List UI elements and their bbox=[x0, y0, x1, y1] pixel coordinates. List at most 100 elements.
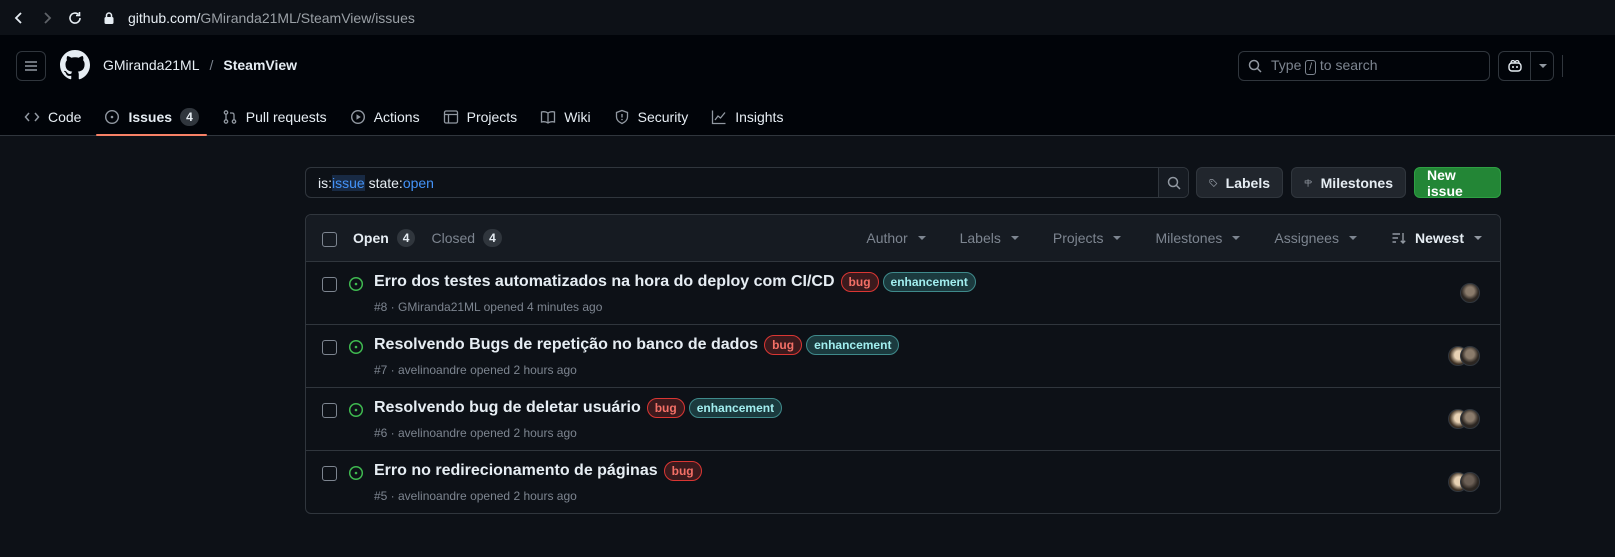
issue-open-icon bbox=[348, 276, 364, 292]
projects-filter-dropdown[interactable]: Projects bbox=[1053, 230, 1122, 246]
issue-checkbox[interactable] bbox=[322, 466, 337, 481]
three-bars-icon bbox=[25, 61, 37, 71]
filter-search-button[interactable] bbox=[1158, 168, 1188, 197]
assignee-avatars[interactable] bbox=[1460, 283, 1480, 303]
closed-count-badge: 4 bbox=[483, 229, 502, 247]
back-icon[interactable] bbox=[6, 5, 32, 31]
search-icon bbox=[1167, 176, 1181, 190]
issue-title-link[interactable]: Erro dos testes automatizados na hora do… bbox=[374, 273, 835, 291]
issue-row[interactable]: Resolvendo Bugs de repetição no banco de… bbox=[306, 325, 1500, 388]
avatar[interactable] bbox=[1460, 472, 1480, 492]
issue-open-icon bbox=[348, 339, 364, 355]
table-icon bbox=[443, 109, 458, 124]
global-search-input[interactable]: Type / to search bbox=[1238, 51, 1490, 81]
issues-list-header: Open 4 Closed 4 Author Labels Projects M… bbox=[306, 215, 1500, 262]
assignee-avatars[interactable] bbox=[1448, 472, 1480, 492]
issue-meta: #5 · avelinoandre opened 2 hours ago bbox=[374, 489, 577, 503]
filter-label: Milestones bbox=[1155, 230, 1223, 246]
label-enhancement[interactable]: enhancement bbox=[806, 335, 900, 355]
tab-projects[interactable]: Projects bbox=[435, 97, 526, 136]
issue-checkbox[interactable] bbox=[322, 340, 337, 355]
issue-title-link[interactable]: Erro no redirecionamento de páginas bbox=[374, 462, 658, 480]
issue-title-link[interactable]: Resolvendo Bugs de repetição no banco de… bbox=[374, 336, 758, 354]
tab-actions[interactable]: Actions bbox=[342, 97, 428, 136]
label-bug[interactable]: bug bbox=[764, 335, 803, 355]
divider bbox=[1562, 55, 1563, 77]
issue-title-link[interactable]: Resolvendo bug de deletar usuário bbox=[374, 399, 641, 417]
hamburger-menu-button[interactable] bbox=[16, 51, 46, 81]
book-icon bbox=[541, 110, 556, 124]
issue-row[interactable]: Resolvendo bug de deletar usuário bug en… bbox=[306, 388, 1500, 451]
git-pull-request-icon bbox=[223, 109, 237, 124]
tab-label: Code bbox=[48, 108, 82, 125]
tab-security[interactable]: Security bbox=[606, 97, 697, 136]
issue-row[interactable]: Erro no redirecionamento de páginas bug … bbox=[306, 451, 1500, 513]
label-bug[interactable]: bug bbox=[646, 398, 685, 418]
tab-code[interactable]: Code bbox=[16, 97, 89, 136]
url-path: GMiranda21ML/SteamView/issues bbox=[200, 9, 415, 26]
label-bug[interactable]: bug bbox=[840, 272, 879, 292]
issue-meta: #7 · avelinoandre opened 2 hours ago bbox=[374, 363, 577, 377]
label-enhancement[interactable]: enhancement bbox=[688, 398, 783, 418]
tag-icon bbox=[1209, 178, 1218, 187]
chevron-down-icon bbox=[1113, 236, 1122, 240]
repo-link[interactable]: SteamView bbox=[223, 57, 297, 73]
graph-icon bbox=[712, 110, 726, 124]
breadcrumb: GMiranda21ML / SteamView bbox=[103, 57, 297, 73]
filter-state-value: open bbox=[402, 174, 434, 191]
copilot-button[interactable] bbox=[1499, 52, 1531, 80]
url-host: github.com/ bbox=[128, 9, 201, 26]
label-bug[interactable]: bug bbox=[663, 461, 702, 481]
copilot-button-group bbox=[1498, 51, 1554, 81]
issue-row[interactable]: Erro dos testes automatizados na hora do… bbox=[306, 262, 1500, 325]
search-icon bbox=[1248, 59, 1262, 73]
owner-link[interactable]: GMiranda21ML bbox=[103, 57, 200, 73]
milestones-button[interactable]: Milestones bbox=[1291, 167, 1406, 198]
issue-meta: #8 · GMiranda21ML opened 4 minutes ago bbox=[374, 300, 603, 314]
assignee-avatars[interactable] bbox=[1448, 346, 1480, 366]
reload-icon[interactable] bbox=[62, 5, 88, 31]
chevron-down-icon bbox=[1232, 236, 1241, 240]
label-enhancement[interactable]: enhancement bbox=[882, 272, 976, 292]
chevron-down-icon bbox=[917, 236, 926, 240]
labels-button-label: Labels bbox=[1225, 174, 1270, 191]
open-issues-toggle[interactable]: Open 4 bbox=[353, 229, 416, 247]
author-filter-dropdown[interactable]: Author bbox=[866, 230, 926, 246]
tab-insights[interactable]: Insights bbox=[703, 97, 791, 136]
shield-icon bbox=[615, 109, 628, 124]
address-field[interactable]: github.com/GMiranda21ML/SteamView/issues bbox=[102, 10, 415, 26]
issue-checkbox[interactable] bbox=[322, 403, 337, 418]
milestones-button-label: Milestones bbox=[1320, 174, 1393, 191]
copilot-icon bbox=[1507, 59, 1522, 72]
sort-label: Newest bbox=[1414, 230, 1464, 246]
chevron-down-icon bbox=[1539, 64, 1547, 68]
avatar[interactable] bbox=[1460, 409, 1480, 429]
filter-query[interactable]: is: issue state: open bbox=[306, 168, 1158, 197]
search-shortcut-key: / bbox=[1305, 60, 1317, 75]
assignee-avatars[interactable] bbox=[1448, 409, 1480, 429]
tab-label: Security bbox=[637, 108, 689, 125]
browser-url-bar: github.com/GMiranda21ML/SteamView/issues bbox=[0, 0, 1615, 35]
labels-filter-dropdown[interactable]: Labels bbox=[960, 230, 1019, 246]
tab-label: Pull requests bbox=[245, 108, 327, 125]
filter-state-prefix: state: bbox=[364, 174, 403, 191]
tab-wiki[interactable]: Wiki bbox=[532, 97, 598, 136]
filter-label: Projects bbox=[1052, 230, 1104, 246]
sort-dropdown[interactable]: Newest bbox=[1391, 230, 1482, 246]
closed-issues-toggle[interactable]: Closed 4 bbox=[431, 229, 502, 247]
select-all-checkbox[interactable] bbox=[322, 232, 337, 247]
github-logo-icon[interactable] bbox=[60, 50, 90, 80]
issue-checkbox[interactable] bbox=[322, 277, 337, 292]
new-issue-button[interactable]: New issue bbox=[1414, 167, 1501, 199]
avatar[interactable] bbox=[1460, 346, 1480, 366]
assignees-filter-dropdown[interactable]: Assignees bbox=[1274, 230, 1357, 246]
milestones-filter-dropdown[interactable]: Milestones bbox=[1155, 230, 1241, 246]
tab-issues[interactable]: Issues 4 bbox=[96, 97, 208, 136]
copilot-dropdown-button[interactable] bbox=[1531, 52, 1553, 80]
avatar[interactable] bbox=[1460, 283, 1480, 303]
forward-icon[interactable] bbox=[34, 5, 60, 31]
tab-label: Projects bbox=[466, 108, 518, 125]
labels-button[interactable]: Labels bbox=[1196, 167, 1283, 198]
issues-filter-input[interactable]: is: issue state: open bbox=[305, 167, 1189, 198]
tab-pull-requests[interactable]: Pull requests bbox=[214, 97, 335, 136]
